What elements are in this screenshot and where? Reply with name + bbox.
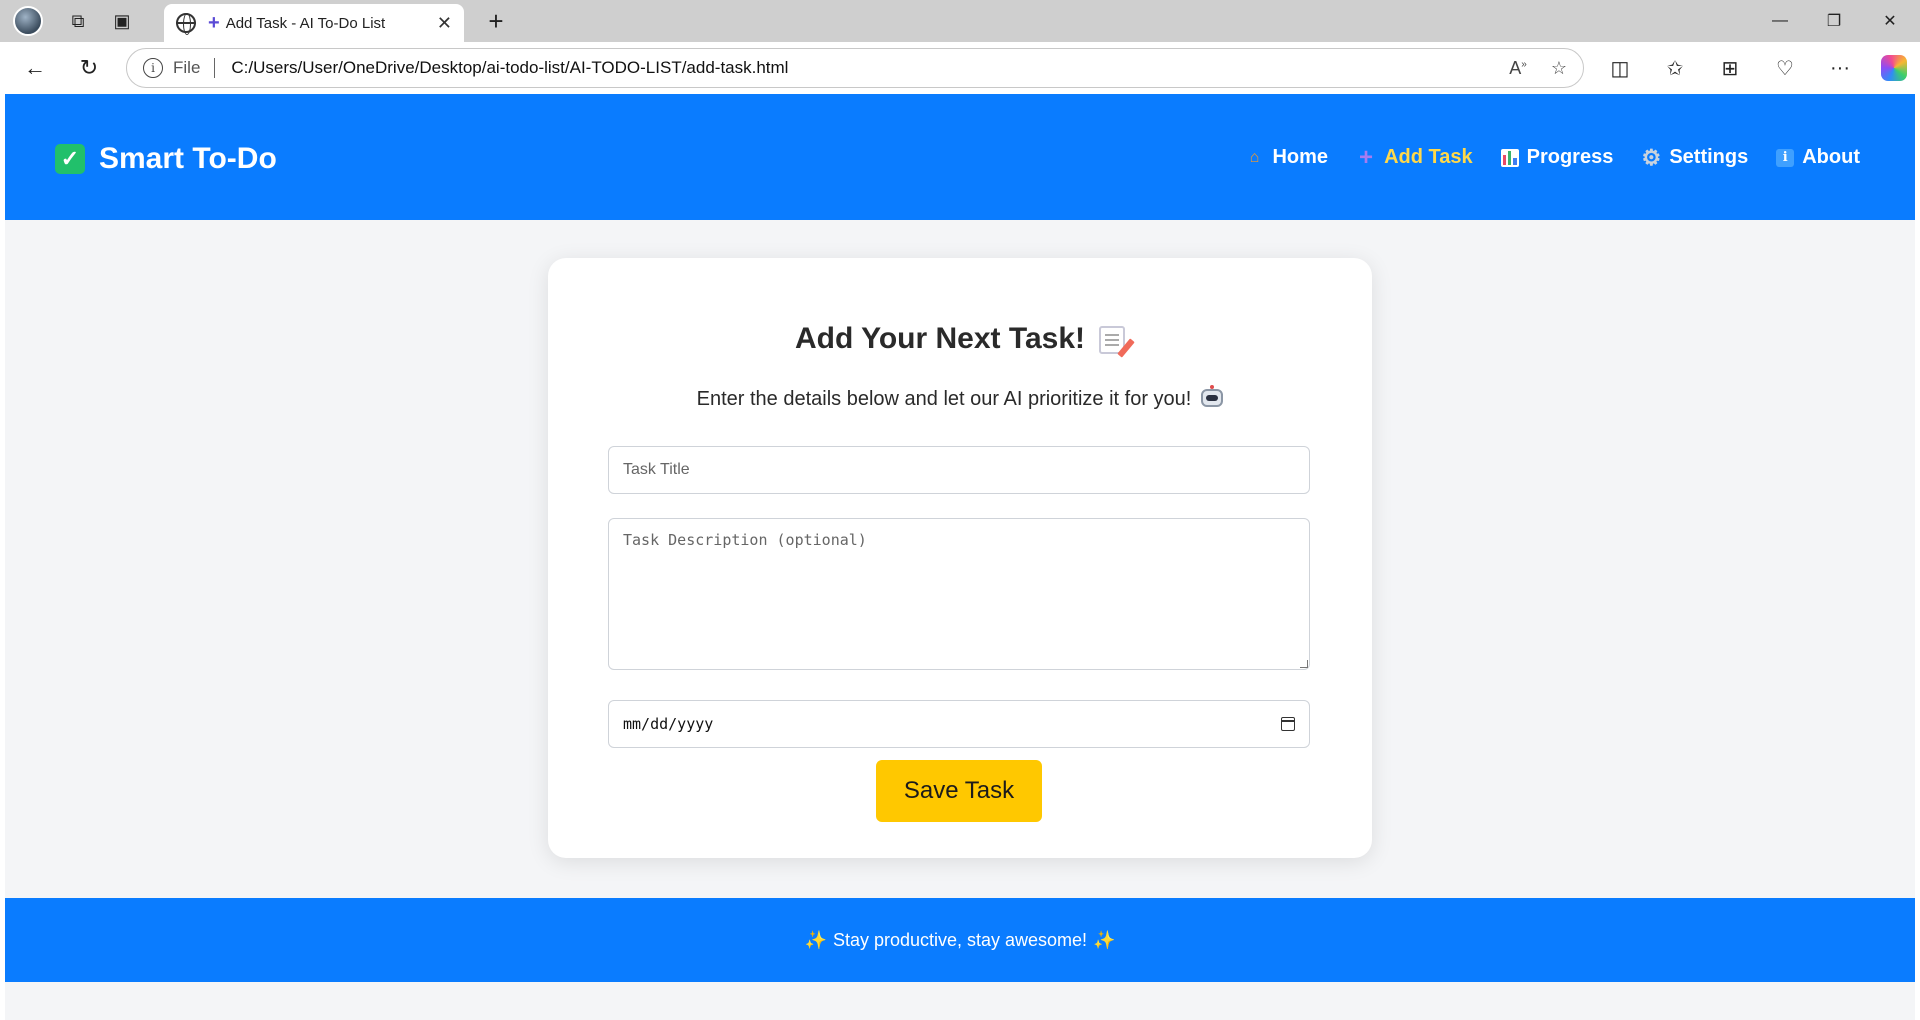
resize-handle-icon[interactable]: [1300, 660, 1308, 668]
back-button[interactable]: ←: [10, 46, 60, 90]
date-placeholder: mm/dd/yyyy: [623, 715, 714, 733]
avatar-icon: [13, 6, 43, 36]
nav-progress[interactable]: Progress: [1500, 146, 1614, 169]
address-separator: [214, 58, 216, 78]
address-scheme: File: [173, 58, 201, 77]
page: ✓ Smart To-Do ⌂ Home + Add Task Progress…: [5, 94, 1915, 1020]
workspaces-icon[interactable]: ⧉: [56, 0, 100, 42]
memo-icon: [1099, 326, 1126, 355]
save-task-button[interactable]: Save Task: [876, 760, 1042, 822]
info-icon: i: [1776, 148, 1795, 167]
subtitle-text: Enter the details below and let our AI p…: [696, 388, 1192, 410]
task-description-textarea[interactable]: [608, 518, 1310, 670]
title-text: Add Your Next Task!: [794, 322, 1086, 355]
read-aloud-icon[interactable]: A»: [1509, 58, 1527, 79]
nav-label: Progress: [1526, 146, 1614, 168]
favorite-star-icon[interactable]: ☆: [1551, 58, 1567, 79]
sparkles-icon: ✨: [804, 929, 827, 950]
address-bar[interactable]: i File C:/Users/User/OneDrive/Desktop/ai…: [126, 48, 1584, 88]
browser-essentials-icon[interactable]: ♡: [1765, 50, 1805, 86]
tab-actions-icon[interactable]: ▣: [100, 0, 144, 42]
minimize-button[interactable]: —: [1752, 0, 1808, 42]
active-tab[interactable]: + Add Task - AI To-Do List ✕: [164, 4, 464, 42]
gear-icon: ⚙: [1641, 144, 1662, 170]
nav-label: Add Task: [1384, 146, 1473, 168]
footer-text: Stay productive, stay awesome!: [832, 929, 1088, 950]
close-tab-icon[interactable]: ✕: [437, 13, 452, 34]
nav-label: Home: [1272, 146, 1329, 168]
browser-tab-bar: ⧉ ▣ + Add Task - AI To-Do List ✕ + — ❐ ✕: [0, 0, 1920, 42]
url-text[interactable]: C:/Users/User/OneDrive/Desktop/ai-todo-l…: [231, 58, 1485, 78]
main-nav: ⌂ Home + Add Task Progress ⚙ Settings i …: [1216, 143, 1860, 171]
calendar-icon[interactable]: [1281, 717, 1295, 731]
info-icon[interactable]: i: [143, 58, 163, 78]
site-footer: ✨ Stay productive, stay awesome! ✨: [5, 898, 1915, 982]
new-tab-button[interactable]: +: [476, 0, 516, 42]
restore-button[interactable]: ❐: [1806, 0, 1862, 42]
logo-text: Smart To-Do: [99, 142, 277, 175]
due-date-input[interactable]: mm/dd/yyyy: [608, 700, 1310, 748]
bar-chart-icon: [1500, 148, 1519, 167]
subtitle: Enter the details below and let our AI p…: [548, 385, 1372, 411]
reload-button[interactable]: ↻: [64, 46, 114, 90]
plus-icon: +: [208, 11, 220, 34]
add-task-card: Add Your Next Task! Enter the details be…: [548, 258, 1372, 858]
site-header: ✓ Smart To-Do ⌂ Home + Add Task Progress…: [5, 94, 1915, 220]
plus-icon: +: [1359, 143, 1374, 171]
nav-label: About: [1802, 146, 1860, 168]
nav-settings[interactable]: ⚙ Settings: [1641, 144, 1749, 170]
page-title: Add Your Next Task!: [548, 322, 1372, 356]
house-icon: ⌂: [1249, 148, 1260, 166]
sparkles-icon: ✨: [1093, 929, 1116, 950]
profile-avatar[interactable]: [0, 0, 56, 42]
task-title-input[interactable]: [608, 446, 1310, 494]
collections-icon[interactable]: ⊞: [1710, 50, 1750, 86]
check-icon: ✓: [55, 144, 85, 174]
nav-label: Settings: [1669, 146, 1749, 168]
nav-add-task[interactable]: + Add Task: [1356, 143, 1473, 171]
copilot-icon[interactable]: [1874, 50, 1914, 86]
nav-about[interactable]: i About: [1776, 146, 1860, 169]
close-window-button[interactable]: ✕: [1862, 0, 1918, 42]
more-menu-icon[interactable]: ···: [1820, 50, 1860, 86]
nav-home[interactable]: ⌂ Home: [1244, 146, 1328, 169]
split-screen-icon[interactable]: ◫: [1600, 50, 1640, 86]
logo[interactable]: ✓ Smart To-Do: [55, 142, 277, 176]
favorites-icon[interactable]: ✩: [1655, 50, 1695, 86]
globe-icon: [176, 13, 196, 35]
robot-icon: [1201, 385, 1224, 407]
tab-title: Add Task - AI To-Do List: [225, 14, 386, 32]
